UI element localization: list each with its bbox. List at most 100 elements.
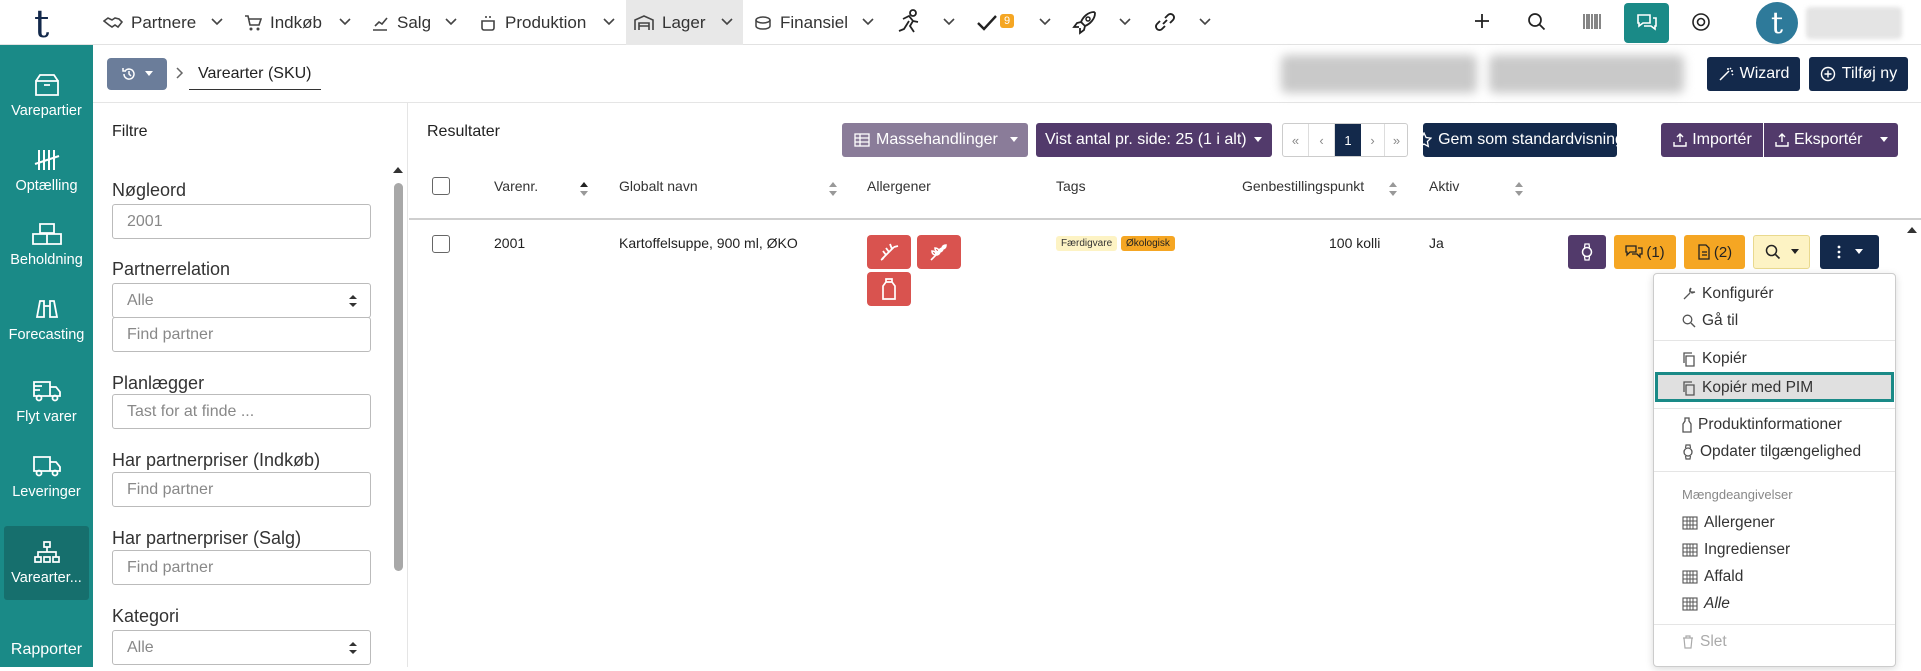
sidebar-item-beholdning[interactable]: Beholdning bbox=[4, 208, 89, 282]
wizard-button[interactable]: Wizard bbox=[1707, 57, 1800, 91]
find-partner-input[interactable]: Find partner bbox=[112, 317, 371, 352]
sort-asc-icon[interactable] bbox=[580, 182, 588, 196]
sidebar-item-flyt-varer[interactable]: Flyt varer bbox=[4, 365, 89, 439]
menu-item-kopier[interactable]: Kopiér bbox=[1682, 347, 1747, 371]
warehouse-icon bbox=[634, 14, 654, 31]
menu-item-produktinformationer[interactable]: Produktinformationer bbox=[1682, 413, 1842, 437]
allergen-badge[interactable] bbox=[867, 235, 911, 269]
save-default-view-button[interactable]: Gem som standardvisning bbox=[1416, 123, 1624, 157]
chevron-right-icon bbox=[175, 66, 185, 80]
purchase-partner-price-input[interactable]: Find partner bbox=[112, 472, 371, 507]
filter-label: Har partnerpriser (Salg) bbox=[112, 528, 302, 548]
pagination-last[interactable]: » bbox=[1385, 124, 1408, 156]
pagination-first[interactable]: « bbox=[1283, 124, 1309, 156]
category-select[interactable]: Alle bbox=[112, 630, 371, 665]
column-header-aktiv[interactable]: Aktiv bbox=[1429, 178, 1459, 194]
pagination-prev[interactable]: ‹ bbox=[1309, 124, 1335, 156]
chevron-down-icon[interactable] bbox=[720, 14, 734, 28]
user-name-redacted[interactable] bbox=[1806, 7, 1902, 39]
plus-icon[interactable] bbox=[1473, 12, 1491, 30]
chevron-down-icon[interactable] bbox=[861, 14, 875, 28]
nav-finansiel[interactable]: Finansiel bbox=[754, 0, 848, 45]
import-button[interactable]: Importér bbox=[1661, 123, 1763, 157]
scroll-up-arrow-icon[interactable] bbox=[1906, 226, 1918, 234]
sidebar-item-rapporter[interactable]: Rapporter bbox=[4, 629, 89, 671]
nav-tasks[interactable]: 9 bbox=[976, 0, 1015, 45]
sort-icon[interactable] bbox=[1389, 182, 1397, 196]
menu-item-alle[interactable]: Alle bbox=[1682, 592, 1730, 616]
sales-partner-price-input[interactable]: Find partner bbox=[112, 550, 371, 585]
more-actions-button[interactable] bbox=[1820, 235, 1879, 269]
avatar[interactable]: t bbox=[1756, 2, 1798, 44]
cell-globalt-navn[interactable]: Kartoffelsuppe, 900 ml, ØKO bbox=[619, 235, 798, 251]
keyword-input[interactable]: 2001 bbox=[112, 204, 371, 239]
breadcrumb-current: Varearter (SKU) bbox=[189, 58, 321, 90]
sidebar-item-leveringer[interactable]: Leveringer bbox=[4, 440, 89, 514]
availability-button[interactable] bbox=[1568, 235, 1606, 269]
pot-icon bbox=[479, 14, 497, 32]
runner-icon[interactable] bbox=[895, 9, 923, 35]
row-checkbox[interactable] bbox=[432, 235, 450, 253]
chevron-down-icon[interactable] bbox=[1118, 14, 1132, 28]
comments-count: (1) bbox=[1646, 243, 1665, 261]
chat-button[interactable] bbox=[1624, 3, 1669, 43]
menu-item-affald[interactable]: Affald bbox=[1682, 565, 1743, 589]
nav-salg[interactable]: Salg bbox=[371, 0, 431, 45]
column-header-genbestillingspunkt[interactable]: Genbestillingspunkt bbox=[1242, 178, 1364, 194]
search-icon[interactable] bbox=[1527, 12, 1546, 31]
menu-item-allergener[interactable]: Allergener bbox=[1682, 511, 1775, 535]
app-logo[interactable]: t bbox=[34, 2, 49, 46]
menu-item-kopier-med-pim[interactable]: Kopiér med PIM bbox=[1655, 372, 1894, 402]
chevron-down-icon[interactable] bbox=[338, 14, 352, 28]
menu-item-ingredienser[interactable]: Ingredienser bbox=[1682, 538, 1790, 562]
history-button[interactable] bbox=[107, 58, 167, 90]
chevron-down-icon[interactable] bbox=[210, 14, 224, 28]
nav-partnere[interactable]: Partnere bbox=[103, 0, 196, 45]
menu-item-opdater-tilgaengelighed[interactable]: Opdater tilgængelighed bbox=[1682, 440, 1861, 464]
comments-button[interactable]: (1) bbox=[1614, 235, 1676, 269]
caret-down-icon bbox=[145, 71, 153, 77]
column-header-varenr[interactable]: Varenr. bbox=[494, 178, 538, 194]
sidebar-item-optaelling[interactable]: Optælling bbox=[4, 134, 89, 208]
sidebar-item-label: Flyt varer bbox=[16, 409, 77, 425]
partner-relation-select[interactable]: Alle bbox=[112, 283, 371, 318]
page-size-button[interactable]: Vist antal pr. side: 25 (1 i alt) bbox=[1036, 123, 1272, 157]
lifebuoy-icon[interactable] bbox=[1691, 12, 1711, 32]
redacted-field bbox=[1281, 55, 1477, 93]
chevron-down-icon[interactable] bbox=[602, 14, 616, 28]
chevron-down-icon[interactable] bbox=[1038, 14, 1052, 28]
add-new-button[interactable]: Tilføj ny bbox=[1809, 57, 1908, 91]
mass-actions-button[interactable]: Massehandlinger bbox=[842, 123, 1028, 157]
allergen-badge[interactable] bbox=[867, 272, 911, 306]
nav-produktion[interactable]: Produktion bbox=[479, 0, 586, 45]
rocket-icon[interactable] bbox=[1072, 9, 1098, 35]
documents-button[interactable]: (2) bbox=[1684, 235, 1745, 269]
filter-scrollbar[interactable] bbox=[394, 183, 403, 571]
search-actions-button[interactable] bbox=[1753, 235, 1810, 269]
sidebar-item-forecasting[interactable]: Forecasting bbox=[4, 283, 89, 357]
scroll-up-arrow-icon[interactable] bbox=[392, 166, 404, 174]
allergen-badge[interactable] bbox=[917, 235, 961, 269]
sidebar-item-varepartier[interactable]: Varepartier bbox=[4, 59, 89, 133]
chevron-down-icon[interactable] bbox=[1198, 14, 1212, 28]
nav-indkob[interactable]: Indkøb bbox=[244, 0, 322, 45]
export-button[interactable]: Eksportér bbox=[1764, 123, 1898, 157]
select-all-checkbox[interactable] bbox=[432, 177, 450, 195]
chevron-down-icon[interactable] bbox=[942, 14, 956, 28]
select-arrows-icon bbox=[348, 640, 358, 656]
menu-item-ga-til[interactable]: Gå til bbox=[1682, 309, 1738, 333]
menu-item-slet[interactable]: Slet bbox=[1682, 630, 1727, 654]
planner-input[interactable]: Tast for at finde ... bbox=[112, 394, 371, 429]
column-header-globalt-navn[interactable]: Globalt navn bbox=[619, 178, 698, 194]
sort-icon[interactable] bbox=[1515, 182, 1523, 196]
link-icon[interactable] bbox=[1152, 10, 1178, 34]
pagination-next[interactable]: › bbox=[1361, 124, 1385, 156]
sort-icon[interactable] bbox=[829, 182, 837, 196]
placeholder-text: Find partner bbox=[127, 480, 214, 498]
pagination-current[interactable]: 1 bbox=[1335, 124, 1361, 156]
chevron-down-icon[interactable] bbox=[444, 14, 458, 28]
menu-item-konfigurer[interactable]: Konfigurér bbox=[1682, 282, 1774, 306]
barcode-icon[interactable] bbox=[1583, 14, 1601, 29]
sidebar-item-varearter[interactable]: Varearter... bbox=[4, 526, 89, 600]
filter-label: Nøgleord bbox=[112, 180, 187, 200]
